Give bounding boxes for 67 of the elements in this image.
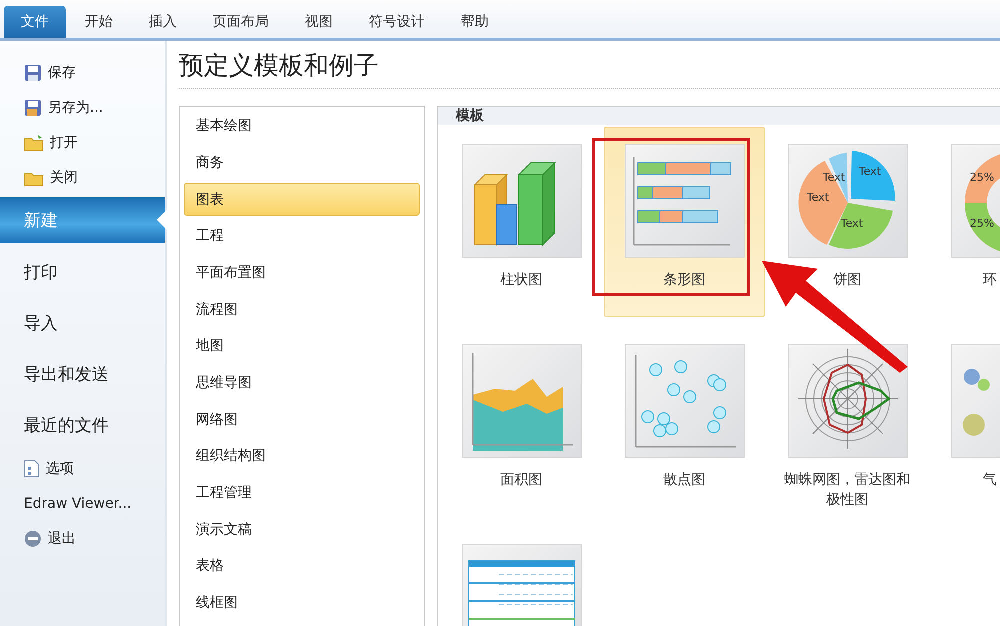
ribbon-tab[interactable]: 符号设计 [352,6,442,38]
menu-item[interactable]: 导入 [0,298,165,349]
category-item[interactable]: 组织结构图 [184,440,420,473]
menu-item-label: 打开 [50,134,78,152]
menu-item-label: 打印 [24,262,58,284]
menu-item-label: 最近的文件 [24,415,109,437]
category-item[interactable]: 商务 [184,146,420,180]
menu-item-label: 保存 [48,64,76,82]
menu-item-label: 导入 [24,313,58,335]
category-item[interactable]: 表格 [184,550,420,583]
document-icon [24,460,40,478]
ribbon-tab[interactable]: 页面布局 [196,6,286,38]
template-label: 柱状图 [500,271,544,290]
menu-item[interactable]: 选项 [0,451,165,486]
category-item[interactable]: 流程图 [184,293,420,326]
template-label: 环 [983,271,997,290]
menu-item-label: 退出 [48,530,76,548]
minus-circle-icon [24,530,42,548]
template-card[interactable]: Text Text Text Text 饼图 [767,127,928,317]
ribbon-tab[interactable]: 帮助 [444,6,506,38]
template-label: 饼图 [832,271,862,290]
menu-item[interactable]: 退出 [0,521,165,556]
menu-item[interactable]: 关闭 [0,160,165,195]
category-item[interactable]: 思维导图 [184,366,420,400]
menu-item[interactable]: 导出和发送 [0,349,165,400]
category-item[interactable]: 工程管理 [184,476,420,510]
pie-chart-thumbnail: Text Text Text Text [788,144,908,258]
template-card[interactable]: 面积图 [441,327,602,517]
template-card[interactable]: 25% 25% 环 [930,127,1000,317]
ribbon-tab[interactable]: 插入 [132,6,194,38]
category-item[interactable]: 网络图 [184,403,420,436]
ribbon-tab[interactable]: 文件 [4,6,66,38]
folder-icon [24,134,44,152]
template-label: 气 [983,471,997,490]
category-item[interactable]: 平面布置图 [184,256,420,290]
menu-item-label: 关闭 [50,168,78,186]
menu-item[interactable]: 最近的文件 [0,400,165,451]
menu-item-label: 选项 [46,460,74,478]
donut-chart-thumbnail: 25% 25% [950,144,1000,258]
ribbon-tab[interactable]: 开始 [68,6,130,38]
template-card[interactable]: 散点图 [604,327,765,517]
menu-item[interactable]: 另存为... [0,90,165,125]
template-label: 条形图 [662,271,706,290]
template-label: 散点图 [662,471,706,490]
template-label: 蜘蛛网图，雷达图和极性图 [784,471,912,510]
menu-item[interactable]: 打开 [0,125,165,160]
category-item[interactable]: 演示文稿 [184,513,420,546]
menu-item-label: 导出和发送 [24,364,109,386]
template-card[interactable]: 蜘蛛网图，雷达图和极性图 [767,327,928,517]
category-item[interactable]: 地图 [184,330,420,363]
category-item[interactable]: 工程 [184,220,420,253]
category-item[interactable]: 图表 [184,183,420,216]
menu-item[interactable]: 保存 [0,55,165,90]
menu-item-label: 另存为... [48,98,104,116]
section-header: 模板 [438,107,1000,125]
menu-item[interactable]: 打印 [0,247,165,298]
ribbon-tab[interactable]: 视图 [288,6,350,38]
page-title: 预定义模板和例子 [179,49,1000,89]
template-card[interactable]: 气 [930,327,1000,517]
category-item[interactable]: 基本绘图 [184,110,420,143]
menu-item-label: Edraw Viewer... [24,496,132,512]
template-label: 面积图 [500,471,544,490]
category-item[interactable]: 线框图 [184,586,420,620]
menu-item[interactable]: Edraw Viewer... [0,486,165,521]
template-card[interactable]: 条形图 [604,127,765,317]
menu-item-label: 新建 [24,210,58,232]
template-card[interactable]: 柱状图 [441,127,602,317]
